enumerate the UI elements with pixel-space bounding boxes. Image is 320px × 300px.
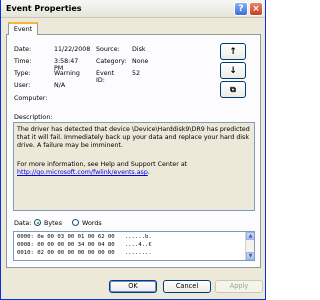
hex-line: 0010: 02 00 00 00 00 00 00 00 ........ xyxy=(17,250,152,256)
close-icon: × xyxy=(252,4,260,14)
previous-event-button[interactable]: ↑ xyxy=(220,43,246,60)
hex-scrollbar[interactable]: ▲ ▼ xyxy=(245,232,254,260)
help-text-prefix: For more information, see Help and Suppo… xyxy=(17,161,188,168)
category-label: Category: xyxy=(96,58,127,65)
hex-line: 0000: 0e 00 03 00 01 00 62 00 ......b. xyxy=(17,234,152,240)
event-id-value: 52 xyxy=(132,70,141,77)
next-event-button[interactable]: ↓ xyxy=(220,62,246,79)
help-link[interactable]: http://go.microsoft.com/fwlink/events.as… xyxy=(17,169,148,176)
computer-label: Computer: xyxy=(14,95,48,102)
source-value: Disk xyxy=(132,46,146,53)
description-text: The driver has detected that device \Dev… xyxy=(17,126,250,149)
hex-line: 0008: 00 00 00 00 34 00 04 80 ....4..€ xyxy=(17,242,152,248)
date-label: Date: xyxy=(14,46,32,53)
event-properties-window: Event Properties ? × Event Date: 11/22/2… xyxy=(0,0,266,300)
scroll-down-icon[interactable]: ▼ xyxy=(246,252,254,260)
words-label[interactable]: Words xyxy=(82,219,102,227)
category-value: None xyxy=(132,58,149,65)
apply-button[interactable]: Apply xyxy=(215,280,263,293)
bytes-radio[interactable] xyxy=(34,219,41,226)
type-label: Type: xyxy=(14,70,31,77)
window-title: Event Properties xyxy=(6,4,82,13)
user-label: User: xyxy=(14,82,31,89)
user-value: N/A xyxy=(54,82,66,89)
help-text-suffix: . xyxy=(147,169,150,176)
copy-icon: ⧉ xyxy=(230,84,236,94)
data-hex-box[interactable]: 0000: 0e 00 03 00 01 00 62 00 ......b. 0… xyxy=(13,231,255,261)
ok-button[interactable]: OK xyxy=(109,280,157,293)
description-box[interactable]: The driver has detected that device \Dev… xyxy=(13,122,255,211)
description-help-text: For more information, see Help and Suppo… xyxy=(17,161,251,177)
cancel-button[interactable]: Cancel xyxy=(163,280,211,293)
data-label: Data: xyxy=(14,219,32,227)
event-id-label: Event ID: xyxy=(96,70,115,84)
copy-button[interactable]: ⧉ xyxy=(220,81,246,98)
source-label: Source: xyxy=(96,46,120,53)
bytes-label[interactable]: Bytes xyxy=(44,219,62,227)
date-value: 11/22/2008 xyxy=(54,46,91,53)
arrow-down-icon: ↓ xyxy=(229,65,237,76)
help-icon: ? xyxy=(238,4,244,14)
title-bar[interactable]: Event Properties ? × xyxy=(1,0,265,18)
close-button[interactable]: × xyxy=(249,2,263,16)
description-label: Description: xyxy=(14,113,53,121)
scroll-up-icon[interactable]: ▲ xyxy=(246,232,254,240)
help-button[interactable]: ? xyxy=(234,2,248,16)
type-value: Warning xyxy=(54,70,80,77)
tab-event[interactable]: Event xyxy=(8,22,38,35)
arrow-up-icon: ↑ xyxy=(229,46,237,57)
time-label: Time: xyxy=(14,58,32,65)
words-radio[interactable] xyxy=(72,219,79,226)
